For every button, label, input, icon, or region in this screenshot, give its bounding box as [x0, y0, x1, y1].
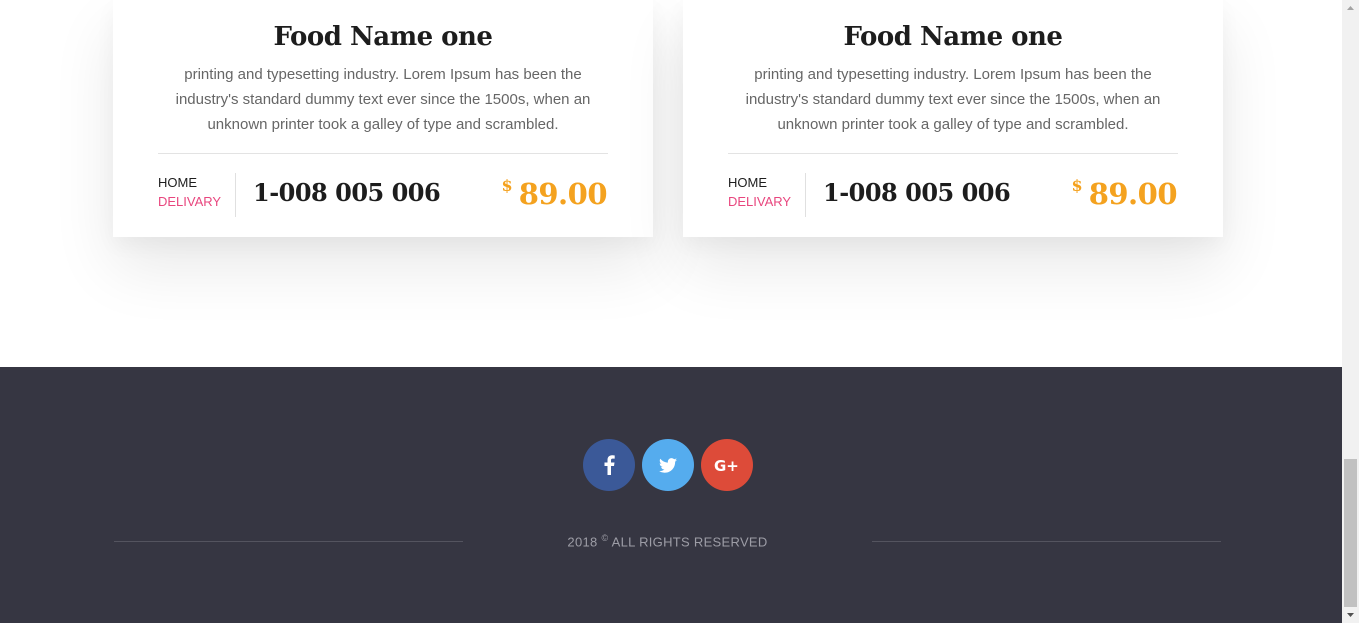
- home-delivery-label: HOME DELIVARY: [728, 173, 791, 211]
- twitter-icon: [659, 457, 677, 473]
- card-divider: [158, 153, 608, 154]
- facebook-button[interactable]: [583, 439, 635, 491]
- menu-section: Food Name one printing and typesetting i…: [0, 0, 1342, 367]
- vertical-divider: [805, 173, 806, 217]
- copyright-year: 2018: [567, 534, 598, 550]
- food-title: Food Name one: [843, 22, 1063, 52]
- price-amount: 89.00: [1088, 177, 1178, 211]
- delivery-phone: 1-008 005 006: [253, 178, 441, 207]
- twitter-button[interactable]: [642, 439, 694, 491]
- copyright-text: 2018 © ALL RIGHTS RESERVED: [463, 533, 872, 549]
- scrollbar-thumb[interactable]: [1344, 459, 1357, 607]
- food-card: Food Name one printing and typesetting i…: [113, 0, 653, 237]
- home-delivery-label: HOME DELIVARY: [158, 173, 221, 211]
- food-price: $89.00: [1071, 174, 1178, 214]
- card-divider: [728, 153, 1178, 154]
- price-amount: 89.00: [518, 177, 608, 211]
- copyright-symbol: ©: [601, 533, 609, 543]
- page-content: Food Name one printing and typesetting i…: [0, 0, 1342, 623]
- copyright-label: ALL RIGHTS RESERVED: [611, 534, 768, 550]
- delivery-text: DELIVARY: [158, 194, 222, 209]
- food-description: printing and typesetting industry. Lorem…: [745, 66, 1161, 133]
- food-title: Food Name one: [273, 22, 493, 52]
- google-plus-icon: G+: [714, 457, 740, 473]
- vertical-scrollbar[interactable]: [1342, 0, 1359, 623]
- scroll-down-arrow-icon[interactable]: [1342, 607, 1359, 623]
- footer: G+ 2018 © ALL RIGHTS RESERVED: [0, 367, 1342, 623]
- delivery-home-text: HOME: [728, 175, 767, 190]
- social-links: G+: [583, 439, 753, 491]
- svg-text:G+: G+: [714, 457, 739, 473]
- delivery-home-text: HOME: [158, 175, 197, 190]
- footer-divider-right: [872, 541, 1221, 542]
- scroll-up-arrow-icon[interactable]: [1342, 0, 1359, 16]
- food-card: Food Name one printing and typesetting i…: [683, 0, 1223, 237]
- page: Food Name one printing and typesetting i…: [0, 0, 1359, 623]
- delivery-text: DELIVARY: [728, 194, 792, 209]
- currency-symbol: $: [501, 176, 513, 195]
- food-price: $89.00: [501, 174, 608, 214]
- footer-divider-left: [114, 541, 463, 542]
- facebook-icon: [603, 455, 615, 475]
- currency-symbol: $: [1071, 176, 1083, 195]
- vertical-divider: [235, 173, 236, 217]
- food-description: printing and typesetting industry. Lorem…: [175, 66, 591, 133]
- delivery-phone: 1-008 005 006: [823, 178, 1011, 207]
- google-plus-button[interactable]: G+: [701, 439, 753, 491]
